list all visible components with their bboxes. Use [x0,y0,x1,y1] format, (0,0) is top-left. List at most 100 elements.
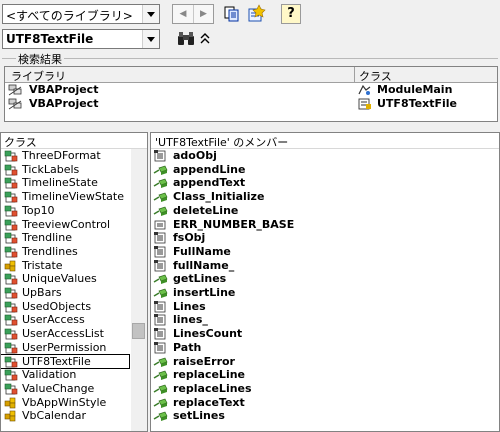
members-panel[interactable]: 'UTF8TextFile' のメンバー adoObj appendLine app… [150,132,500,432]
vbaproject-icon [8,84,22,96]
class-icon [4,342,18,354]
members-header-label: 'UTF8TextFile' のメンバー [155,136,289,149]
class-item[interactable]: UniqueValues [1,272,129,285]
col-library-header[interactable]: ライブラリ [11,68,66,84]
class-item[interactable]: ThreeDFormat [1,149,129,162]
class-item[interactable]: VbCalendar [1,409,129,422]
search-result-row[interactable]: VBAProject ModuleMain [5,83,497,97]
member-item[interactable]: deleteLine [151,204,491,218]
member-item-label: fsObj [173,231,206,245]
library-dropdown-value: <すべてのライブラリ> [6,9,133,23]
view-definition-button[interactable] [246,4,266,24]
class-item[interactable]: TreeviewControl [1,218,129,231]
member-item[interactable]: appendText [151,176,491,190]
member-item[interactable]: lines_ [151,313,491,327]
method-icon [153,384,168,394]
member-item[interactable]: replaceText [151,396,491,410]
search-result-row[interactable]: VBAProject UTF8TextFile [5,97,497,111]
class-item[interactable]: UsedObjects [1,300,129,313]
class-item[interactable]: UserAccessList [1,327,129,340]
class-item[interactable]: TimelineState [1,176,129,189]
class-item[interactable]: Top10 [1,204,129,217]
chevron-up-double-icon [200,33,210,44]
member-item[interactable]: LinesCount [151,327,491,341]
member-item[interactable]: appendLine [151,163,491,177]
back-button[interactable]: ◀ [173,5,194,23]
member-item-label: fullName_ [173,258,235,272]
member-item-label: insertLine [173,286,236,299]
class-item[interactable]: VbAppWinStyle [1,396,129,409]
member-item[interactable]: replaceLines [151,382,491,396]
scrollbar-thumb[interactable] [132,323,145,339]
method-icon [153,206,168,216]
member-item[interactable]: fullName_ [151,259,491,273]
class-item-label: UpBars [22,286,62,299]
class-item[interactable]: UpBars [1,286,129,299]
class-item[interactable]: Validation [1,368,129,381]
member-item[interactable]: Class_Initialize [151,190,491,204]
class-item[interactable]: UserPermission [1,341,129,354]
member-item[interactable]: fsObj [151,231,491,245]
search-results-list[interactable]: ライブラリ クラス VBAProject ModuleMain VBAProje… [4,66,498,122]
class-item-label: Top10 [22,203,55,217]
col-class-header[interactable]: クラス [359,68,392,84]
class-item[interactable]: Trendlines [1,245,129,258]
class-icon [4,219,18,230]
member-item[interactable]: replaceLine [151,368,491,382]
method-icon [153,288,168,298]
search-input[interactable]: UTF8TextFile [2,29,160,49]
class-item[interactable]: Tristate [1,259,129,272]
search-button[interactable] [176,30,196,48]
member-item-label: FullName [173,244,231,258]
member-item[interactable]: adoObj [151,149,491,163]
member-item-label: replaceLine [173,368,246,382]
member-item[interactable]: FullName [151,245,491,259]
header-divider [354,67,355,82]
class-item-label: TimelineState [22,176,98,190]
method-icon [153,357,168,367]
chevron-down-icon[interactable] [142,5,159,23]
search-input-value: UTF8TextFile [6,32,94,46]
method-icon [153,192,168,203]
help-button[interactable]: ? [281,4,301,24]
class-item-label: VbCalendar [22,409,86,423]
library-dropdown[interactable]: <すべてのライブラリ> [2,4,160,24]
property-icon [154,232,166,244]
member-item[interactable]: raiseError [151,355,491,369]
classes-panel[interactable]: クラス ThreeDFormat TickLabels TimelineState T… [0,132,148,432]
member-item[interactable]: Lines [151,300,491,314]
binoculars-icon [178,32,194,45]
class-item[interactable]: TimelineViewState [1,190,129,203]
classes-scrollbar[interactable] [131,149,147,431]
member-item-label: Lines [173,299,206,313]
member-item[interactable]: ERR_NUMBER_BASE [151,218,491,232]
property-icon [154,259,166,271]
copy-button[interactable] [222,4,242,24]
chevron-down-icon[interactable] [142,30,159,48]
class-item-label: UTF8TextFile [22,354,91,368]
class-item[interactable]: Trendline [1,231,129,244]
class-item[interactable]: TickLabels [1,163,129,176]
vbaproject-icon [8,98,22,110]
class-icon [4,178,18,189]
method-icon [153,165,168,175]
class-item[interactable]: UserAccess [1,313,129,326]
class-icon [4,232,18,244]
member-item[interactable]: setLines [151,409,491,423]
class-icon [4,356,18,367]
class-item[interactable]: ValueChange [1,382,129,395]
member-item-label: Path [173,340,202,354]
class-item-label: TickLabels [22,162,80,176]
member-item[interactable]: getLines [151,272,491,286]
member-item[interactable]: Path [151,341,491,355]
class-item-label: UserAccess [22,313,85,327]
constant-icon [154,220,166,229]
class-item[interactable]: UTF8TextFile [1,353,130,369]
class-item-label: VbAppWinStyle [22,395,107,409]
property-icon [154,341,166,354]
class-list: ThreeDFormat TickLabels TimelineState Timel… [1,149,131,431]
member-item-label: LinesCount [173,327,243,341]
hide-results-button[interactable] [198,30,212,48]
member-item[interactable]: insertLine [151,286,491,300]
forward-button[interactable]: ▶ [194,5,213,23]
